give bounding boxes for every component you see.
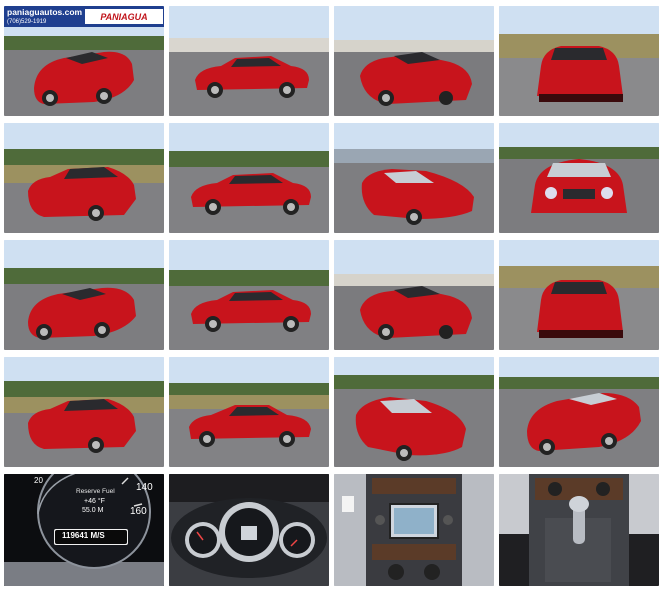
car-photo (499, 240, 659, 350)
car-photo (4, 123, 164, 233)
photo-thumbnail[interactable] (4, 357, 164, 467)
car-photo (169, 123, 329, 233)
reserve-fuel-warning: Reserve Fuel (76, 488, 115, 495)
photo-thumbnail[interactable] (169, 357, 329, 467)
photo-thumbnail[interactable] (499, 240, 659, 350)
photo-thumbnail[interactable] (499, 357, 659, 467)
gauge-label-140: 140 (136, 482, 153, 493)
car-photo (169, 240, 329, 350)
photo-gallery: paniaguautos.com (706)529-1919 PANIAGUA (4, 6, 663, 593)
gauge-label-20: 20 (34, 476, 43, 485)
photo-thumbnail[interactable] (169, 6, 329, 116)
photo-thumbnail[interactable] (169, 474, 329, 586)
car-photo (169, 6, 329, 116)
photo-thumbnail[interactable] (4, 240, 164, 350)
car-photo (334, 357, 494, 467)
photo-thumbnail[interactable] (4, 123, 164, 233)
gallery-row-5: 20 140 160 Reserve Fuel +46 °F 55.0 M 11… (4, 474, 663, 586)
photo-thumbnail[interactable] (334, 357, 494, 467)
trip-distance: 55.0 M (82, 507, 104, 514)
car-photo (499, 123, 659, 233)
dealer-banner: paniaguautos.com (706)529-1919 PANIAGUA (4, 6, 164, 27)
photo-thumbnail[interactable] (499, 474, 659, 586)
photo-thumbnail[interactable] (499, 6, 659, 116)
photo-thumbnail[interactable] (499, 123, 659, 233)
photo-thumbnail[interactable]: paniaguautos.com (706)529-1919 PANIAGUA (4, 6, 164, 116)
car-photo (334, 6, 494, 116)
car-photo (334, 240, 494, 350)
dealer-phone: (706)529-1919 (7, 18, 47, 25)
car-photo (4, 357, 164, 467)
car-photo (499, 357, 659, 467)
instrument-cluster-photo (169, 474, 329, 586)
dealer-logo: PANIAGUA (85, 9, 163, 24)
car-photo (169, 357, 329, 467)
console-navigation-photo (334, 474, 494, 586)
photo-thumbnail[interactable] (169, 240, 329, 350)
gallery-row-4 (4, 357, 663, 467)
car-photo (334, 123, 494, 233)
outside-temp: +46 °F (84, 498, 105, 505)
photo-thumbnail[interactable] (334, 240, 494, 350)
photo-thumbnail[interactable] (334, 6, 494, 116)
gallery-row-1: paniaguautos.com (706)529-1919 PANIAGUA (4, 6, 663, 116)
car-photo (499, 6, 659, 116)
gallery-row-2 (4, 123, 663, 233)
gear-shifter-photo (499, 474, 659, 586)
photo-thumbnail[interactable]: 20 140 160 Reserve Fuel +46 °F 55.0 M 11… (4, 474, 164, 586)
photo-thumbnail[interactable] (334, 123, 494, 233)
photo-thumbnail[interactable] (334, 474, 494, 586)
total-mileage: 119641 M/S (62, 531, 105, 540)
gauge-label-160: 160 (130, 506, 147, 517)
car-photo (4, 240, 164, 350)
photo-thumbnail[interactable] (169, 123, 329, 233)
gallery-row-3 (4, 240, 663, 350)
dealer-site: paniaguautos.com (7, 6, 83, 17)
